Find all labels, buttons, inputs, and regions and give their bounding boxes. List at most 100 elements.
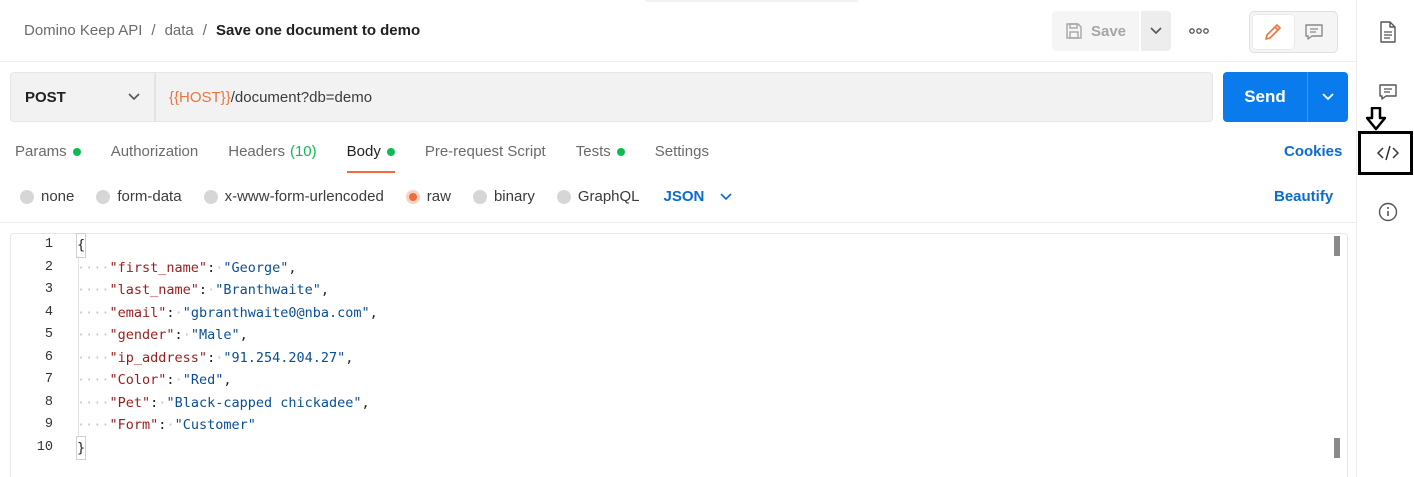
json-key: "first_name" — [109, 259, 208, 276]
right-sidebar — [1356, 0, 1414, 477]
tab-body[interactable]: Body — [346, 143, 396, 173]
radio-label: x-www-form-urlencoded — [224, 188, 384, 205]
radio-binary[interactable]: binary — [472, 188, 535, 205]
send-dropdown-button[interactable] — [1308, 72, 1348, 122]
json-value: "91.254.204.27" — [223, 349, 346, 366]
tab-tests[interactable]: Tests — [576, 143, 625, 173]
url-input[interactable]: {{HOST}}/document?db=demo — [155, 72, 1213, 122]
radio-label: binary — [493, 188, 535, 205]
line-number: 1 — [44, 237, 53, 252]
url-variable: {{HOST}} — [169, 88, 231, 106]
edit-mode-button[interactable] — [1253, 15, 1294, 49]
breadcrumb-collection[interactable]: Domino Keep API — [24, 22, 142, 39]
line-number: 9 — [44, 417, 53, 432]
send-button-group: Send — [1223, 72, 1348, 122]
radio-raw[interactable]: raw — [405, 188, 451, 205]
annotation-highlight-box — [1358, 131, 1413, 175]
request-header: Domino Keep API / data / Save one docume… — [0, 0, 1356, 62]
save-label: Save — [1090, 22, 1127, 40]
radio-label: raw — [426, 188, 451, 205]
annotation-arrow-icon — [1366, 107, 1386, 131]
method-label: POST — [25, 88, 66, 106]
chevron-down-icon — [128, 93, 140, 101]
tab-headers[interactable]: Headers (10) — [228, 143, 316, 173]
document-icon — [1380, 21, 1396, 43]
tab-label: Authorization — [110, 143, 199, 160]
code-line: ····"Form":·"Customer" — [77, 417, 256, 433]
save-button[interactable]: Save — [1052, 11, 1139, 51]
radio-circle — [20, 189, 34, 204]
code-line: ····"ip_address":·"91.254.204.27", — [77, 349, 354, 366]
code-editor[interactable]: 1 2 3 4 5 6 7 8 9 10 { ····"first_name":… — [10, 233, 1348, 477]
code-line: ····"gender":·"Male", — [77, 327, 248, 343]
tab-label: Pre-request Script — [424, 143, 546, 160]
request-title[interactable]: Save one document to demo — [216, 22, 420, 39]
line-number: 4 — [44, 304, 53, 320]
radio-none[interactable]: none — [20, 188, 74, 205]
send-button[interactable]: Send — [1223, 72, 1307, 122]
json-value: "Branthwaite" — [215, 282, 321, 298]
save-group: Save — [1052, 11, 1171, 51]
cookies-link[interactable]: Cookies — [1284, 143, 1342, 160]
radio-x-www-form-urlencoded[interactable]: x-www-form-urlencoded — [203, 188, 384, 205]
json-value: "Male" — [190, 327, 240, 343]
comments-button[interactable] — [1377, 81, 1399, 103]
json-key: "gender" — [109, 327, 175, 343]
method-select[interactable]: POST — [10, 72, 155, 122]
tab-settings[interactable]: Settings — [655, 143, 709, 173]
tab-label: Params — [15, 143, 67, 160]
language-select[interactable]: JSON — [664, 188, 733, 205]
json-key: "last_name" — [109, 282, 199, 298]
breadcrumb-folder[interactable]: data — [165, 22, 194, 39]
json-value: "Customer" — [174, 417, 256, 433]
line-number-gutter: 1 2 3 4 5 6 7 8 9 10 — [11, 234, 63, 459]
info-button[interactable] — [1377, 201, 1399, 223]
json-key: "Pet" — [109, 394, 151, 411]
tab-params[interactable]: Params — [15, 143, 81, 173]
code-line: ····"email":·"gbranthwaite0@nba.com", — [77, 304, 378, 321]
json-value: "Red" — [182, 372, 224, 388]
more-actions-button[interactable] — [1184, 20, 1214, 42]
request-tabs: Params Authorization Headers (10) Body Pr… — [15, 143, 739, 173]
editor-scrollbar-bottom[interactable] — [1334, 438, 1340, 458]
beautify-link[interactable]: Beautify — [1274, 188, 1333, 205]
tab-label: Body — [346, 143, 381, 160]
radio-graphql[interactable]: GraphQL — [556, 188, 640, 205]
comment-icon — [1379, 84, 1397, 100]
json-value: "gbranthwaite0@nba.com" — [182, 304, 370, 321]
radio-label: none — [41, 188, 75, 205]
code-line: ····"Color":·"Red", — [77, 372, 232, 388]
chevron-down-icon — [1322, 93, 1334, 101]
tab-indicator-dot — [72, 148, 81, 156]
tab-authorization[interactable]: Authorization — [111, 143, 199, 173]
code-line: { — [75, 233, 378, 258]
tab-pre-request-script[interactable]: Pre-request Script — [425, 143, 546, 173]
radio-label: GraphQL — [577, 188, 640, 205]
radio-circle — [472, 189, 487, 204]
radio-circle — [96, 189, 111, 204]
comment-mode-button[interactable] — [1294, 15, 1335, 49]
documentation-button[interactable] — [1377, 21, 1399, 43]
line-number: 3 — [44, 282, 53, 297]
radio-form-data[interactable]: form-data — [96, 188, 182, 205]
edit-comment-toggle — [1249, 11, 1338, 53]
json-key: "Form" — [109, 417, 159, 433]
save-dropdown-button[interactable] — [1141, 11, 1171, 51]
info-icon — [1378, 202, 1398, 222]
tab-indicator-dot — [386, 148, 395, 156]
editor-scrollbar-top[interactable] — [1334, 236, 1340, 256]
line-number: 5 — [44, 327, 53, 342]
json-value: "George" — [223, 259, 289, 276]
radio-circle — [405, 189, 420, 204]
breadcrumb: Domino Keep API / data / Save one docume… — [24, 22, 420, 39]
line-number: 2 — [44, 259, 53, 275]
url-path: /document?db=demo — [230, 88, 373, 106]
chevron-down-icon — [720, 192, 732, 200]
breadcrumb-separator: / — [151, 22, 156, 39]
tab-label: Tests — [575, 143, 611, 160]
save-icon — [1066, 23, 1082, 39]
code-line: } — [75, 435, 378, 460]
section-divider — [0, 222, 1356, 223]
code-line: ····"first_name":·"George", — [77, 259, 297, 276]
json-key: "email" — [109, 304, 167, 321]
